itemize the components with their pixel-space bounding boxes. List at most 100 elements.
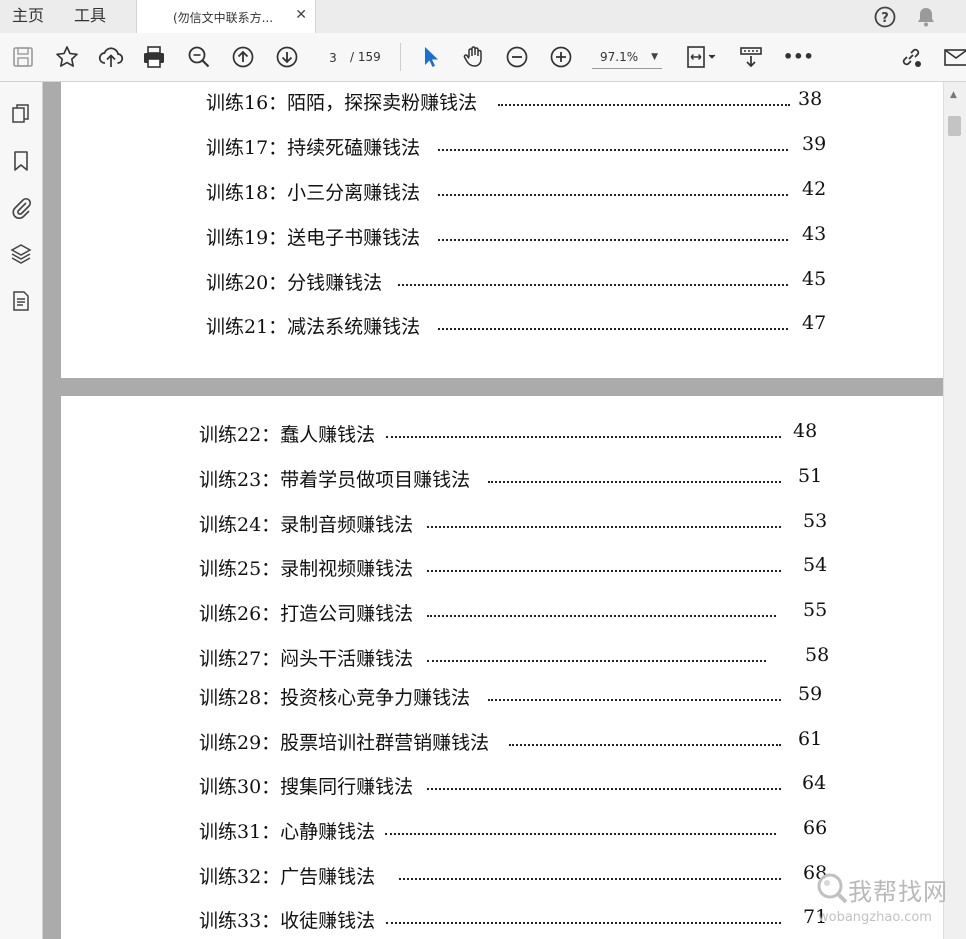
toc-entry-title: 训练31：心静赚钱法 (199, 821, 376, 843)
toc-entry[interactable]: 训练27：闷头干活赚钱法 58 (199, 644, 839, 670)
toc-entry[interactable]: 训练20：分钱赚钱法 45 (206, 268, 846, 294)
bell-icon[interactable] (914, 5, 938, 29)
scroll-mode-icon[interactable] (737, 43, 765, 71)
toc-entry-title: 训练20：分钱赚钱法 (206, 272, 383, 294)
toc-entry-title: 训练25：录制视频赚钱法 (199, 558, 414, 580)
toc-entry[interactable]: 训练16：陌陌，探探卖粉赚钱法 38 (206, 88, 846, 114)
chevron-down-icon: ▼ (651, 52, 658, 62)
email-icon[interactable] (941, 43, 966, 71)
save-icon[interactable] (9, 43, 37, 71)
bookmark-icon[interactable] (9, 149, 33, 173)
arrow-down-circle-icon[interactable] (273, 43, 301, 71)
help-icon[interactable]: ? (873, 5, 897, 29)
toc-entry[interactable]: 训练18：小三分离赚钱法 42 (206, 178, 846, 204)
document-properties-icon[interactable] (9, 289, 33, 313)
toc-leader-dots (438, 149, 788, 151)
cursor-icon[interactable] (416, 43, 444, 71)
toolbar: / 159 97.1% ▼ ••• (0, 33, 966, 82)
toc-page-number: 43 (802, 223, 827, 245)
toc-entry[interactable]: 训练17：持续死磕赚钱法 39 (206, 133, 846, 159)
layers-icon[interactable] (9, 242, 33, 266)
toc-entry[interactable]: 训练21：减法系统赚钱法 47 (206, 312, 846, 338)
toc-leader-dots (427, 788, 781, 790)
toc-entry[interactable]: 训练30：搜集同行赚钱法 64 (199, 772, 839, 798)
toc-entry-title: 训练22：蠢人赚钱法 (199, 424, 376, 446)
toc-entry[interactable]: 训练26：打造公司赚钱法 55 (199, 599, 839, 625)
document-tab-title: (勿信文中联系方... (173, 11, 274, 25)
attachment-icon[interactable] (9, 195, 33, 219)
page-number-input[interactable] (316, 47, 350, 69)
toc-entry-title: 训练18：小三分离赚钱法 (206, 182, 421, 204)
toc-page-number: 39 (802, 133, 827, 155)
tab-home[interactable]: 主页 (12, 0, 44, 33)
close-icon[interactable]: ✕ (295, 6, 307, 24)
toc-entry-title: 训练32：广告赚钱法 (199, 866, 376, 888)
zoom-value: 97.1% (600, 50, 639, 64)
toc-entry-title: 训练28：投资核心竞争力赚钱法 (199, 687, 471, 709)
toc-page-number: 64 (802, 772, 827, 794)
scrollbar-thumb[interactable] (948, 116, 961, 136)
toc-entry[interactable]: 训练19：送电子书赚钱法 43 (206, 223, 846, 249)
toc-entry-title: 训练30：搜集同行赚钱法 (199, 776, 414, 798)
toc-entry[interactable]: 训练28：投资核心竞争力赚钱法 59 (199, 683, 839, 709)
toc-leader-dots (386, 922, 781, 924)
toc-entry-title: 训练19：送电子书赚钱法 (206, 227, 421, 249)
pages-thumbnail-icon[interactable] (9, 102, 33, 126)
plus-circle-icon[interactable] (547, 43, 575, 71)
document-viewport[interactable]: 训练16：陌陌，探探卖粉赚钱法 38 训练17：持续死磕赚钱法 39 训练18：小三分离… (43, 82, 943, 939)
toc-page-number: 45 (802, 268, 827, 290)
zoom-search-icon[interactable] (185, 43, 213, 71)
print-icon[interactable] (140, 43, 168, 71)
vertical-scrollbar[interactable]: ▲ (943, 82, 966, 939)
magnifier-logo-icon (814, 870, 850, 910)
upload-cloud-icon[interactable] (97, 43, 125, 71)
toc-entry[interactable]: 训练25：录制视频赚钱法 54 (199, 554, 839, 580)
site-watermark: 我帮找网 wobangzhao.com (812, 868, 962, 936)
toc-entry[interactable]: 训练32：广告赚钱法 68 (199, 862, 839, 888)
toc-leader-dots (488, 699, 781, 701)
toolbar-divider (400, 43, 401, 71)
zoom-select[interactable]: 97.1% ▼ (592, 46, 662, 69)
toc-entry-title: 训练17：持续死磕赚钱法 (206, 137, 421, 159)
toc-leader-dots (438, 328, 788, 330)
minus-circle-icon[interactable] (503, 43, 531, 71)
toc-entry[interactable]: 训练31：心静赚钱法 66 (199, 817, 839, 843)
toc-page-number: 54 (803, 554, 828, 576)
toc-page-number: 66 (803, 817, 828, 839)
arrow-up-circle-icon[interactable] (229, 43, 257, 71)
toc-page-number: 58 (805, 644, 830, 666)
toc-leader-dots (386, 436, 781, 438)
toc-leader-dots (488, 481, 781, 483)
hand-icon[interactable] (460, 43, 488, 71)
toc-entry-title: 训练24：录制音频赚钱法 (199, 514, 414, 536)
toc-entry[interactable]: 训练24：录制音频赚钱法 53 (199, 510, 839, 536)
toc-entry[interactable]: 训练33：收徒赚钱法 71 (199, 906, 839, 932)
toc-page-number: 47 (802, 312, 827, 334)
toc-entry[interactable]: 训练22：蠢人赚钱法 48 (199, 420, 839, 446)
toc-page-number: 42 (802, 178, 827, 200)
toc-leader-dots (385, 833, 776, 835)
toc-entry-title: 训练21：减法系统赚钱法 (206, 316, 421, 338)
toc-page-number: 48 (793, 420, 818, 442)
page-total: / 159 (350, 50, 381, 64)
star-icon[interactable] (53, 43, 81, 71)
svg-text:?: ? (881, 11, 889, 26)
scroll-up-arrow-icon[interactable]: ▲ (950, 90, 957, 100)
toc-leader-dots (509, 744, 781, 746)
watermark-url: wobangzhao.com (818, 910, 932, 925)
toc-entry-title: 训练16：陌陌，探探卖粉赚钱法 (206, 92, 478, 114)
toc-leader-dots (427, 660, 766, 662)
toc-page-number: 55 (803, 599, 828, 621)
share-link-icon[interactable] (897, 43, 925, 71)
more-options-icon[interactable]: ••• (783, 43, 814, 71)
toc-leader-dots (438, 194, 788, 196)
toc-entry[interactable]: 训练23：带着学员做项目赚钱法 51 (199, 465, 839, 491)
toc-leader-dots (427, 526, 781, 528)
fit-page-icon[interactable] (684, 43, 720, 71)
toc-entry-title: 训练27：闷头干活赚钱法 (199, 648, 414, 670)
pdf-page: 训练22：蠢人赚钱法 48 训练23：带着学员做项目赚钱法 51 训练24：录制音频赚钱… (61, 396, 943, 939)
tab-document[interactable]: (勿信文中联系方... ✕ (136, 0, 316, 34)
tab-tools[interactable]: 工具 (74, 0, 106, 33)
toc-entry-title: 训练26：打造公司赚钱法 (199, 603, 414, 625)
toc-entry[interactable]: 训练29：股票培训社群营销赚钱法 61 (199, 728, 839, 754)
